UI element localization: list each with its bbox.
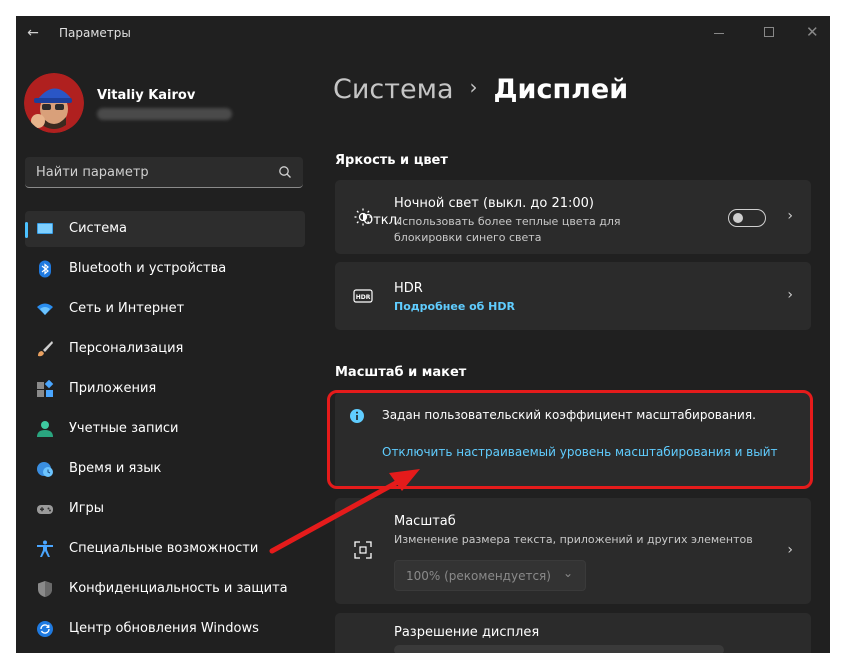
- avatar-image-icon: [24, 73, 84, 133]
- close-button[interactable]: ✕: [802, 22, 828, 42]
- hdr-icon: HDR: [353, 289, 373, 303]
- sidebar-nav: Система Bluetooth и устройства Сеть и Ин…: [25, 211, 305, 651]
- night-light-subtitle: Использовать более теплые цвета для блок…: [394, 215, 621, 244]
- sidebar-item-label: Центр обновления Windows: [69, 621, 259, 636]
- person-icon: [37, 421, 53, 437]
- display-resolution-card[interactable]: Разрешение дисплея: [335, 613, 811, 653]
- bluetooth-icon: [39, 260, 51, 278]
- settings-window: ← Параметры ✕ Vitaliy Kairov Найти парам…: [16, 16, 830, 653]
- globe-clock-icon: [37, 462, 53, 477]
- sidebar-item-network[interactable]: Сеть и Интернет: [25, 291, 305, 327]
- sidebar-item-personalization[interactable]: Персонализация: [25, 331, 305, 367]
- active-indicator: [25, 222, 28, 238]
- sidebar-item-gaming[interactable]: Игры: [25, 491, 305, 527]
- avatar[interactable]: [24, 73, 84, 133]
- resolution-subtitle-cropped: [394, 645, 724, 653]
- section-heading-brightness: Яркость и цвет: [335, 153, 448, 168]
- title-bar: ← Параметры ✕: [16, 16, 830, 50]
- monitor-icon: [37, 223, 53, 234]
- maximize-button[interactable]: [756, 22, 782, 42]
- user-name: Vitaliy Kairov: [97, 88, 196, 103]
- minimize-button[interactable]: [706, 22, 732, 42]
- sidebar-item-apps[interactable]: Приложения: [25, 371, 305, 407]
- hdr-more-link[interactable]: Подробнее об HDR: [394, 300, 515, 313]
- scale-subtitle: Изменение размера текста, приложений и д…: [394, 533, 753, 546]
- scale-dropdown[interactable]: 100% (рекомендуется) ⌄: [394, 560, 586, 591]
- scale-icon: [354, 541, 372, 559]
- search-box[interactable]: Найти параметр: [25, 157, 303, 188]
- user-email-blurred: [97, 108, 232, 120]
- scale-dropdown-value: 100% (рекомендуется): [406, 569, 551, 583]
- sidebar-item-label: Игры: [69, 501, 105, 516]
- window-title: Параметры: [59, 26, 131, 40]
- svg-text:HDR: HDR: [356, 294, 371, 301]
- sidebar-item-system[interactable]: Система: [25, 211, 305, 247]
- sidebar-item-label: Приложения: [69, 381, 157, 396]
- minimize-icon: [714, 33, 724, 34]
- sidebar-item-time-language[interactable]: Время и язык: [25, 451, 305, 487]
- maximize-icon: [764, 27, 774, 37]
- page-title: Дисплей: [493, 74, 629, 105]
- night-light-toggle-label: Откл.: [363, 213, 402, 228]
- breadcrumb: Система › Дисплей: [333, 74, 628, 105]
- back-arrow-icon[interactable]: ←: [24, 25, 42, 41]
- chevron-down-icon: ⌄: [562, 566, 573, 580]
- apps-icon: [37, 380, 54, 397]
- sidebar-item-label: Время и язык: [69, 461, 162, 476]
- update-icon: [37, 621, 53, 637]
- breadcrumb-separator: ›: [469, 75, 478, 99]
- chevron-right-icon[interactable]: ›: [787, 287, 793, 303]
- sidebar-item-label: Система: [69, 221, 128, 236]
- shield-icon: [38, 581, 52, 597]
- toggle-knob: [733, 213, 743, 223]
- sidebar-item-accounts[interactable]: Учетные записи: [25, 411, 305, 447]
- chevron-right-icon[interactable]: ›: [787, 542, 793, 558]
- close-icon: ✕: [806, 23, 819, 41]
- resolution-title: Разрешение дисплея: [394, 625, 540, 640]
- sidebar-item-label: Специальные возможности: [69, 541, 259, 556]
- wifi-icon: [37, 303, 53, 315]
- sidebar-item-windows-update[interactable]: Центр обновления Windows: [25, 611, 305, 647]
- sidebar-item-label: Конфиденциальность и защита: [69, 581, 288, 596]
- hdr-card[interactable]: HDR HDR Подробнее об HDR ›: [335, 262, 811, 330]
- sidebar-item-bluetooth[interactable]: Bluetooth и устройства: [25, 251, 305, 287]
- accessibility-icon: [37, 540, 53, 557]
- scale-title: Масштаб: [394, 514, 456, 529]
- search-icon[interactable]: [277, 164, 293, 180]
- sidebar-item-accessibility[interactable]: Специальные возможности: [25, 531, 305, 567]
- night-light-toggle[interactable]: [728, 209, 766, 227]
- sidebar-item-label: Bluetooth и устройства: [69, 261, 227, 276]
- search-input[interactable]: Найти параметр: [36, 165, 149, 180]
- gamepad-icon: [37, 505, 53, 514]
- sidebar-item-label: Учетные записи: [69, 421, 179, 436]
- chevron-right-icon[interactable]: ›: [787, 208, 793, 224]
- night-light-title: Ночной свет (выкл. до 21:00): [394, 196, 594, 211]
- brush-icon: [38, 341, 53, 357]
- sidebar-item-label: Персонализация: [69, 341, 184, 356]
- sidebar-item-label: Сеть и Интернет: [69, 301, 185, 316]
- section-heading-scale: Масштаб и макет: [335, 365, 467, 380]
- hdr-title: HDR: [394, 281, 423, 296]
- sidebar-item-privacy[interactable]: Конфиденциальность и защита: [25, 571, 305, 607]
- breadcrumb-parent[interactable]: Система: [333, 74, 454, 105]
- annotation-highlight-frame: [327, 390, 813, 489]
